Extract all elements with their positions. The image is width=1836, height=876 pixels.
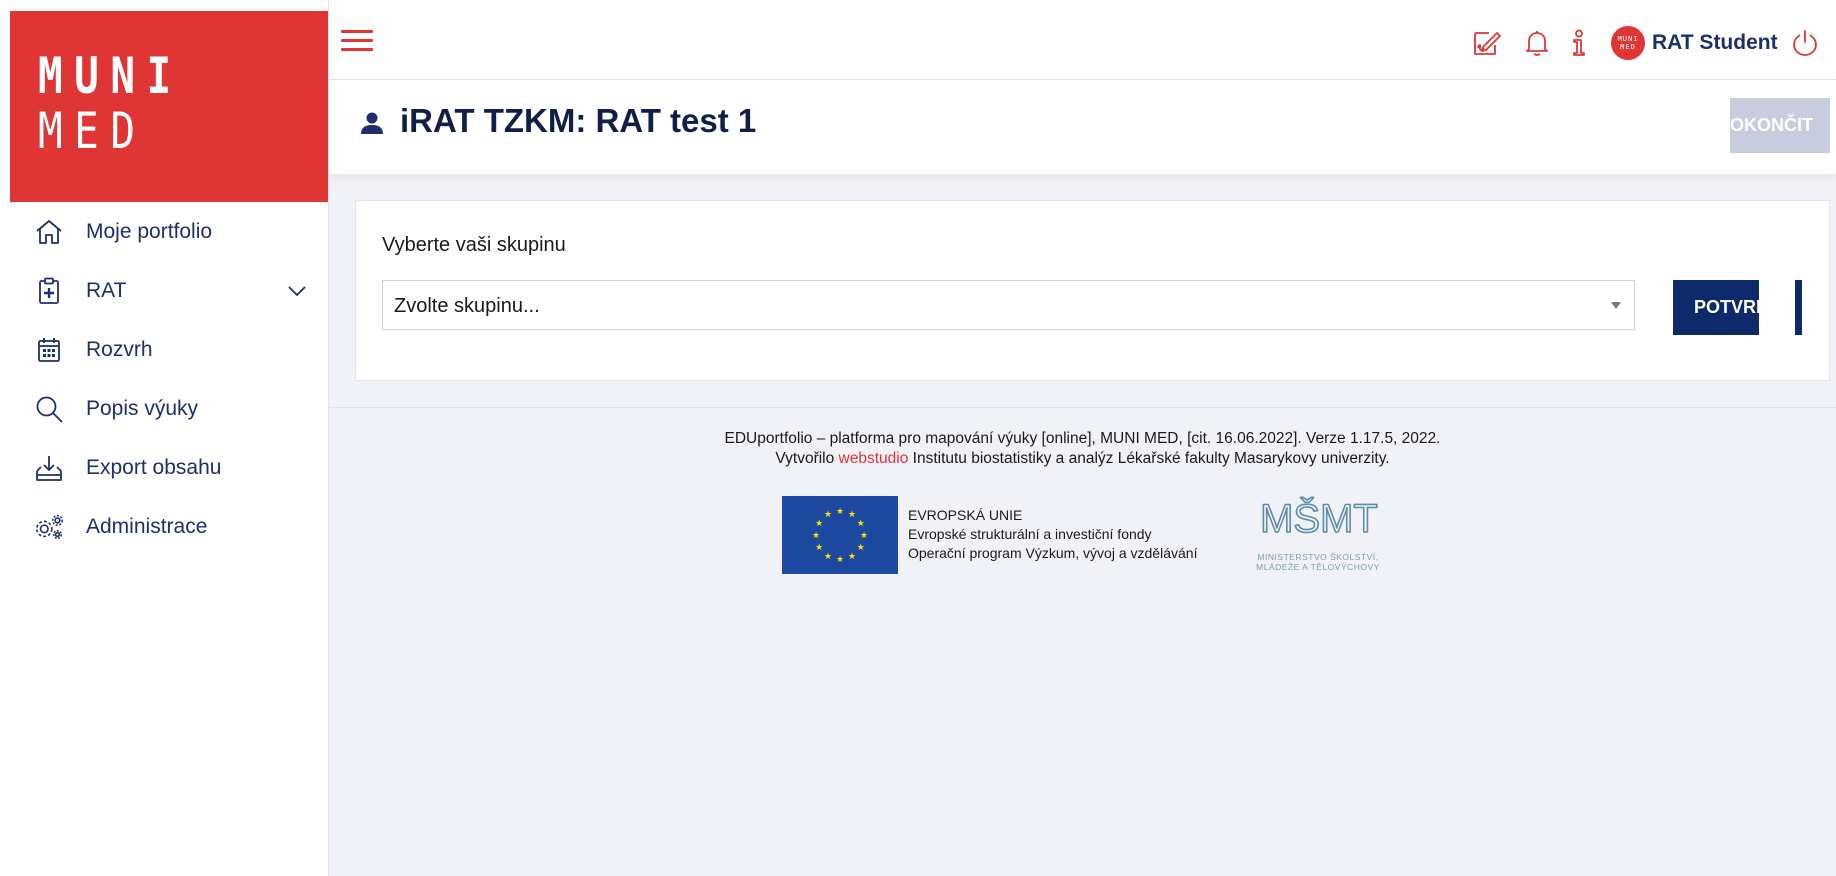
footer-line-2-suffix: Institutu biostatistiky a analýz Lékařsk… (908, 450, 1390, 467)
confirm-button-edge (1795, 280, 1802, 335)
eu-star: ★ (836, 555, 844, 565)
page-header: iRAT TZKM: RAT test 1 OKONČIT (329, 80, 1836, 174)
sidebar-item-export-obsahu[interactable]: Export obsahu (0, 438, 328, 497)
eu-star: ★ (815, 543, 823, 553)
download-tray-icon (33, 452, 65, 484)
chevron-down-icon[interactable] (286, 280, 308, 302)
eu-funding-text: EVROPSKÁ UNIE Evropské strukturální a in… (908, 506, 1197, 563)
sidebar-nav: Moje portfolio RAT Rozvrh Popis výuky Ex… (0, 202, 328, 556)
sidebar-item-label: Rozvrh (86, 337, 153, 361)
top-bar: MUNI MED RAT Student (329, 0, 1836, 80)
clipboard-plus-icon (33, 275, 65, 307)
avatar-line-1: MUNI (1617, 35, 1639, 43)
eu-star: ★ (824, 552, 832, 562)
eu-star: ★ (848, 552, 856, 562)
eu-star: ★ (857, 543, 865, 553)
sidebar: MUNI MED Moje portfolio RAT Rozvrh Popis… (0, 0, 329, 876)
group-select-label: Vyberte vaši skupinu (382, 234, 566, 256)
avatar: MUNI MED (1611, 26, 1645, 60)
eu-star: ★ (812, 531, 820, 541)
footer-line-2-prefix: Vytvořilo (775, 450, 839, 467)
search-icon (33, 393, 65, 425)
calendar-icon (33, 334, 65, 366)
footer-credits: EDUportfolio – platforma pro mapování vý… (329, 429, 1836, 469)
sidebar-item-label: Administrace (86, 514, 208, 538)
eu-flag-icon: ★ ★ ★ ★ ★ ★ ★ ★ ★ ★ ★ ★ (782, 496, 898, 574)
footer-divider (329, 407, 1836, 408)
page-title: iRAT TZKM: RAT test 1 (400, 102, 757, 139)
power-icon[interactable] (1791, 29, 1821, 59)
sidebar-item-label: RAT (86, 278, 127, 302)
bell-icon[interactable] (1525, 29, 1555, 59)
end-button[interactable]: OKONČIT (1730, 98, 1830, 153)
logo-line-muni: MUNI (38, 47, 183, 105)
user-menu[interactable]: MUNI MED RAT Student (1611, 26, 1778, 60)
confirm-button[interactable]: POTVRDIT (1673, 280, 1759, 335)
sidebar-item-rozvrh[interactable]: Rozvrh (0, 320, 328, 379)
user-name: RAT Student (1652, 31, 1778, 54)
sidebar-item-popis-vyuky[interactable]: Popis výuky (0, 379, 328, 438)
eu-line-2: Evropské strukturální a investiční fondy (908, 526, 1152, 542)
group-selection-card: Vyberte vaši skupinu Zvolte skupinu... P… (355, 200, 1830, 381)
eu-line-3: Operační program Výzkum, vývoj a vzděláv… (908, 545, 1198, 561)
sidebar-item-administrace[interactable]: Administrace (0, 497, 328, 556)
avatar-line-2: MED (1620, 43, 1636, 51)
footer-line-1: EDUportfolio – platforma pro mapování vý… (724, 430, 1441, 447)
msmt-logo-text: MŠMT (1260, 496, 1378, 541)
sidebar-item-label: Export obsahu (86, 455, 222, 479)
hamburger-menu-icon[interactable] (341, 30, 373, 54)
eu-star: ★ (815, 519, 823, 529)
dropdown-arrow-icon (1611, 302, 1621, 309)
msmt-line-1: MINISTERSTVO ŠKOLSTVÍ, (1257, 552, 1379, 562)
signature-icon[interactable] (1471, 29, 1501, 59)
person-icon (359, 110, 385, 136)
footer-line-2: Vytvořilo webstudio Institutu biostatist… (329, 449, 1836, 469)
eu-star: ★ (860, 531, 868, 541)
sidebar-item-label: Moje portfolio (86, 219, 213, 243)
msmt-line-2: MLÁDEŽE A TĚLOVÝCHOVY (1256, 562, 1380, 572)
group-select-value: Zvolte skupinu... (394, 295, 540, 317)
sidebar-item-moje-portfolio[interactable]: Moje portfolio (0, 202, 328, 261)
eu-star: ★ (836, 507, 844, 517)
gears-icon (33, 511, 65, 543)
eu-star: ★ (848, 510, 856, 520)
msmt-caption: MINISTERSTVO ŠKOLSTVÍ, MLÁDEŽE A TĚLOVÝC… (1238, 552, 1398, 572)
muni-med-logo[interactable]: MUNI MED (10, 11, 328, 202)
eu-line-1: EVROPSKÁ UNIE (908, 507, 1023, 523)
logo-line-med: MED (38, 102, 147, 160)
info-icon[interactable] (1570, 29, 1600, 59)
home-icon (33, 216, 65, 248)
webstudio-link[interactable]: webstudio (839, 450, 909, 467)
group-select[interactable]: Zvolte skupinu... (382, 280, 1635, 330)
sidebar-item-label: Popis výuky (86, 396, 199, 420)
eu-star: ★ (824, 510, 832, 520)
sidebar-item-rat[interactable]: RAT (0, 261, 328, 320)
eu-star: ★ (857, 519, 865, 529)
